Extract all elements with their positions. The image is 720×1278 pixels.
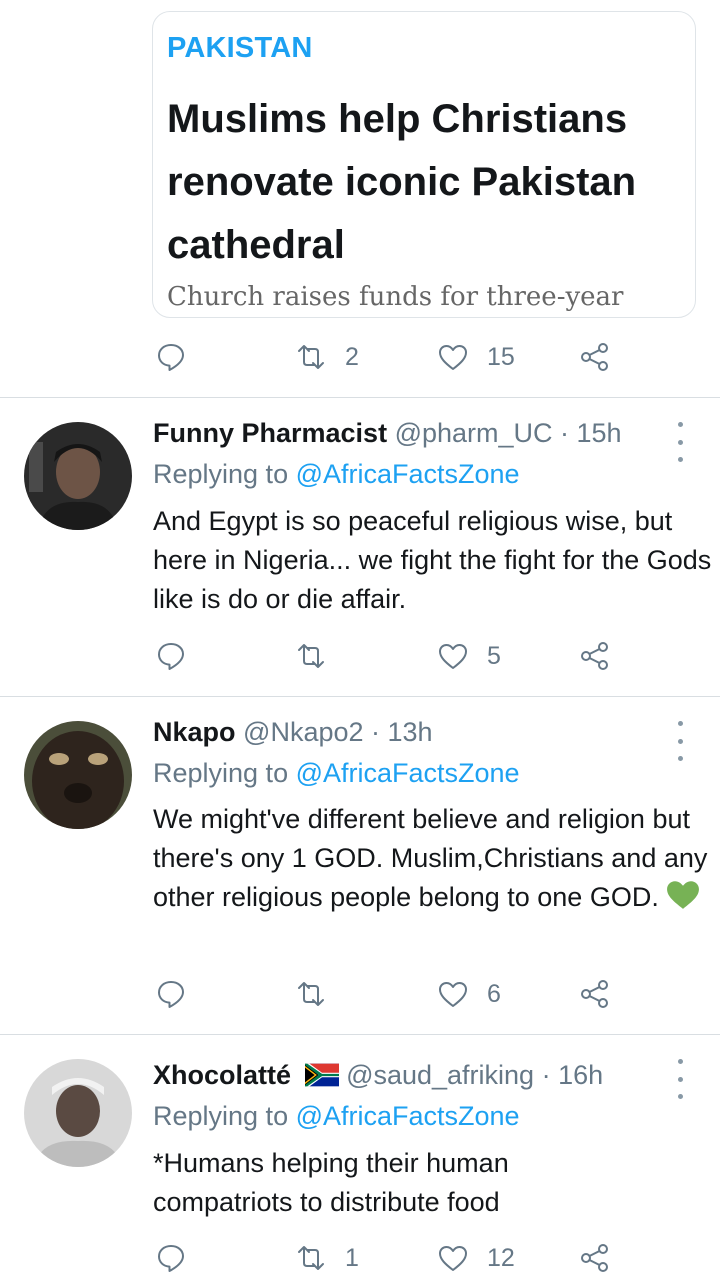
reply-icon	[158, 643, 184, 670]
retweet-icon	[298, 1246, 324, 1270]
retweet-icon	[298, 644, 324, 668]
display-name[interactable]: Nkapo	[153, 717, 236, 747]
display-name[interactable]: Funny Pharmacist	[153, 418, 387, 448]
south-africa-flag-icon	[304, 1063, 339, 1087]
like-button[interactable]: 5	[437, 636, 501, 676]
more-options-button[interactable]	[670, 422, 690, 462]
tweet-text: *Humans helping their human compatriots …	[153, 1148, 509, 1217]
divider	[0, 696, 720, 697]
replying-label: Replying to	[153, 459, 296, 489]
avatar[interactable]	[24, 1059, 132, 1167]
card-subtitle: Church raises funds for three-year	[167, 282, 624, 312]
handle-time: @saud_afriking · 16h	[346, 1060, 604, 1090]
like-count: 5	[487, 641, 501, 670]
reply-button[interactable]	[155, 974, 187, 1014]
retweet-icon	[298, 345, 324, 369]
retweet-button[interactable]	[295, 636, 327, 676]
replying-to: Replying to @AfricaFactsZone	[153, 1101, 520, 1132]
tweet-actions: 2 15	[155, 337, 625, 377]
link-preview-card[interactable]: PAKISTAN Muslims help Christians renovat…	[152, 11, 696, 318]
tweet-text-content: We might've different believe and religi…	[153, 804, 708, 912]
share-icon	[581, 642, 608, 670]
like-count: 15	[487, 342, 515, 371]
author-line: Funny Pharmacist @pharm_UC · 15h	[153, 418, 622, 449]
reply-button[interactable]	[155, 337, 187, 377]
like-button[interactable]: 15	[437, 337, 515, 377]
like-button[interactable]: 12	[437, 1238, 515, 1278]
like-button[interactable]: 6	[437, 974, 501, 1014]
like-count: 6	[487, 979, 501, 1008]
heart-icon	[439, 1246, 467, 1271]
retweet-count: 2	[345, 342, 359, 371]
card-category: PAKISTAN	[167, 32, 313, 64]
heart-icon	[439, 345, 467, 370]
avatar-photo	[24, 721, 132, 829]
like-count: 12	[487, 1243, 515, 1272]
share-button[interactable]	[579, 1238, 611, 1278]
share-icon	[581, 980, 608, 1008]
share-button[interactable]	[579, 636, 611, 676]
more-options-button[interactable]	[670, 721, 690, 761]
reply-icon	[158, 344, 184, 371]
tweet-text: And Egypt is so peaceful religious wise,…	[153, 506, 712, 614]
share-button[interactable]	[579, 974, 611, 1014]
avatar[interactable]	[24, 422, 132, 530]
more-options-button[interactable]	[670, 1059, 690, 1099]
avatar[interactable]	[24, 721, 132, 829]
retweet-count: 1	[345, 1243, 359, 1272]
reply-icon	[158, 981, 184, 1008]
avatar-photo	[24, 1059, 132, 1167]
handle-time: @pharm_UC · 15h	[394, 418, 622, 448]
share-icon	[581, 1244, 608, 1272]
reply-icon	[158, 1245, 184, 1272]
tweet-text: We might've different believe and religi…	[153, 800, 713, 917]
mention-link[interactable]: @AfricaFactsZone	[296, 1101, 520, 1131]
replying-to: Replying to @AfricaFactsZone	[153, 459, 520, 490]
share-button[interactable]	[579, 337, 611, 377]
mention-link[interactable]: @AfricaFactsZone	[296, 459, 520, 489]
green-heart-emoji-icon	[667, 881, 700, 909]
retweet-button[interactable]: 1	[295, 1238, 359, 1278]
tweet-actions: 5	[155, 636, 625, 676]
replying-label: Replying to	[153, 1101, 296, 1131]
replying-to: Replying to @AfricaFactsZone	[153, 758, 520, 789]
replying-label: Replying to	[153, 758, 296, 788]
retweet-icon	[298, 982, 324, 1006]
reply-button[interactable]	[155, 1238, 187, 1278]
share-icon	[581, 343, 608, 371]
handle-time: @Nkapo2 · 13h	[243, 717, 433, 747]
heart-icon	[439, 982, 467, 1007]
tweet-actions: 1 12	[155, 1238, 625, 1278]
retweet-button[interactable]: 2	[295, 337, 359, 377]
author-line: Nkapo @Nkapo2 · 13h	[153, 717, 433, 748]
reply-button[interactable]	[155, 636, 187, 676]
tweet-actions: 6	[155, 974, 625, 1014]
card-headline: Muslims help Christians renovate iconic …	[167, 97, 637, 267]
author-line: Xhocolatté @saud_afriking · 16h	[153, 1060, 603, 1091]
avatar-photo	[24, 422, 132, 530]
mention-link[interactable]: @AfricaFactsZone	[296, 758, 520, 788]
divider	[0, 397, 720, 398]
divider	[0, 1034, 720, 1035]
display-name[interactable]: Xhocolatté	[153, 1060, 291, 1090]
retweet-button[interactable]	[295, 974, 327, 1014]
heart-icon	[439, 644, 467, 669]
